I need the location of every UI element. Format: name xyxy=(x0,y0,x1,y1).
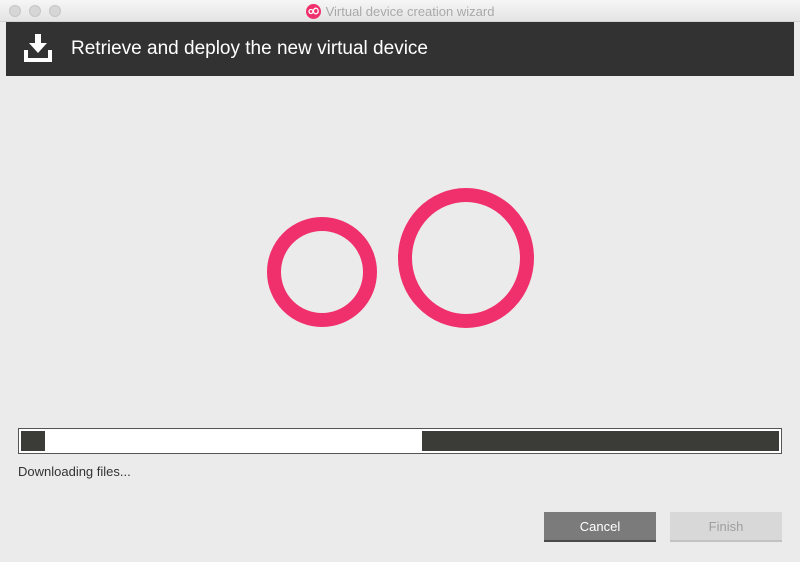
finish-button[interactable]: Finish xyxy=(670,512,782,542)
genymotion-logo-icon xyxy=(305,3,321,19)
progress-indicator xyxy=(45,431,422,451)
download-icon xyxy=(22,34,54,64)
cancel-button[interactable]: Cancel xyxy=(544,512,656,542)
status-text: Downloading files... xyxy=(18,464,131,479)
download-progress-bar xyxy=(18,428,782,454)
header-banner: Retrieve and deploy the new virtual devi… xyxy=(6,22,794,76)
title-bar: Virtual device creation wizard xyxy=(0,0,800,22)
genymotion-logo xyxy=(262,184,538,334)
header-title: Retrieve and deploy the new virtual devi… xyxy=(71,38,428,59)
progress-track xyxy=(21,431,779,451)
title-area: Virtual device creation wizard xyxy=(0,0,800,22)
window-title: Virtual device creation wizard xyxy=(325,3,495,19)
wizard-window: Virtual device creation wizard Retrieve … xyxy=(0,0,800,562)
